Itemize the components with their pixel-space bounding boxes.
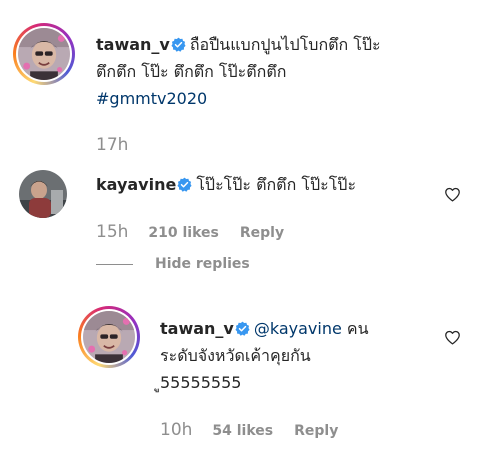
comment-text: โป๊ะโป๊ะ ตึกตึก โป๊ะโป๊ะ [196, 175, 357, 194]
reply-line-3: ู55555555 [160, 373, 242, 392]
reply-line-2: ระดับจังหวัดเค้าคุยกัน [160, 346, 311, 365]
avatar-photo [19, 170, 67, 218]
avatar-tawan-v[interactable] [13, 23, 75, 85]
avatar-photo [83, 311, 135, 363]
avatar-photo [18, 28, 70, 80]
reply-meta: 10h 54 likes Reply [160, 420, 338, 440]
username-tawan-v[interactable]: tawan_v [96, 35, 170, 54]
hide-replies-label: Hide replies [155, 256, 250, 272]
username-kayavine[interactable]: kayavine [96, 175, 176, 194]
verified-badge-icon [177, 177, 192, 192]
reply-button[interactable]: Reply [294, 423, 338, 439]
comment-meta: 15h 210 likes Reply [96, 222, 284, 242]
comment-thread: tawan_v ถือปืนแบกปูนไปโบกตึก โป๊ะ ตึกตึก … [0, 0, 491, 451]
reply-line-1: คน [346, 319, 369, 338]
heart-outline-icon[interactable] [444, 186, 461, 203]
hide-replies-button[interactable]: Hide replies [96, 256, 250, 272]
avatar-kayavine[interactable] [19, 170, 67, 218]
divider-line [96, 263, 133, 265]
timestamp[interactable]: 10h [160, 420, 192, 440]
comment-body: kayavine โป๊ะโป๊ะ ตึกตึก โป๊ะโป๊ะ [96, 171, 426, 198]
reply-body: tawan_v @kayavine คน ระดับจังหวัดเค้าคุยก… [160, 315, 430, 396]
username-tawan-v[interactable]: tawan_v [160, 319, 234, 338]
caption-line-2: ตึกตึก โป๊ะ ตึกตึก โป๊ะตึกตึก [96, 62, 287, 81]
heart-outline-icon[interactable] [444, 329, 461, 346]
hashtag-link[interactable]: #gmmtv2020 [96, 89, 207, 108]
likes-count[interactable]: 54 likes [212, 423, 273, 439]
caption-body: tawan_v ถือปืนแบกปูนไปโบกตึก โป๊ะ ตึกตึก … [96, 31, 456, 112]
verified-badge-icon [171, 37, 186, 52]
mention-link[interactable]: @kayavine [254, 319, 342, 338]
timestamp[interactable]: 17h [96, 135, 128, 155]
likes-count[interactable]: 210 likes [148, 225, 218, 241]
avatar-tawan-v-reply[interactable] [78, 306, 140, 368]
caption-line-1: ถือปืนแบกปูนไปโบกตึก โป๊ะ [189, 35, 381, 54]
timestamp[interactable]: 15h [96, 222, 128, 242]
reply-button[interactable]: Reply [240, 225, 284, 241]
caption-meta: 17h [96, 135, 128, 155]
verified-badge-icon [235, 321, 250, 336]
